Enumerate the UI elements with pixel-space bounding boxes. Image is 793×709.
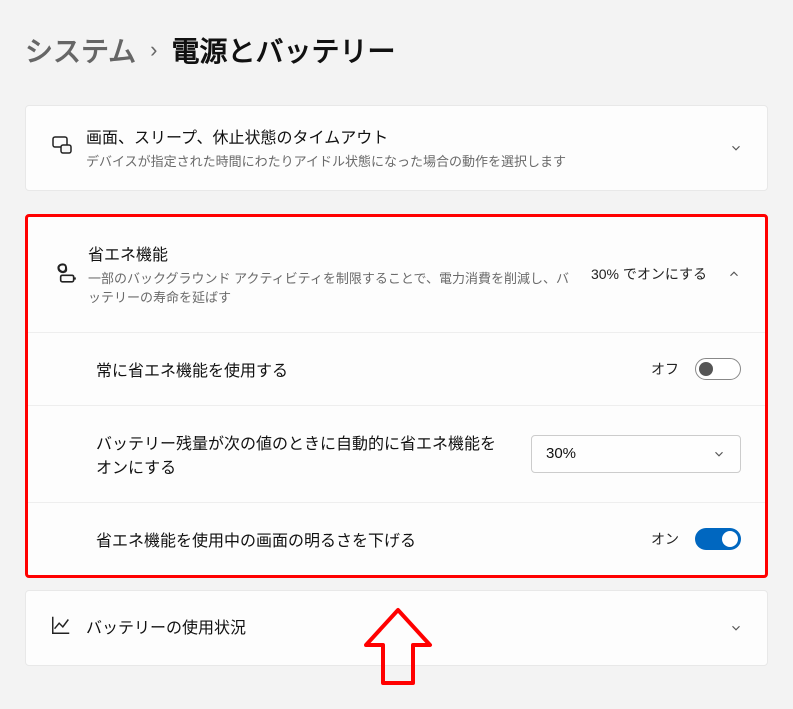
energy-saver-section: 省エネ機能 一部のバックグラウンド アクティビティを制限することで、電力消費を削… <box>25 214 768 578</box>
energy-saver-header-row[interactable]: 省エネ機能 一部のバックグラウンド アクティビティを制限することで、電力消費を削… <box>28 217 765 333</box>
energy-saver-desc: 一部のバックグラウンド アクティビティを制限することで、電力消費を削減し、バッテ… <box>88 269 575 308</box>
screen-timeouts-desc: デバイスが指定された時間にわたりアイドル状態になった場合の動作を選択します <box>86 152 713 172</box>
always-use-label: 常に省エネ機能を使用する <box>96 357 651 381</box>
chevron-down-icon <box>729 141 743 155</box>
lower-brightness-toggle[interactable] <box>695 528 741 550</box>
arrow-annotation <box>358 605 438 695</box>
chevron-down-icon <box>729 621 743 635</box>
auto-on-threshold-row: バッテリー残量が次の値のときに自動的に省エネ機能をオンにする 30% <box>28 406 765 503</box>
breadcrumb-parent[interactable]: システム <box>25 30 136 70</box>
lower-brightness-row: 省エネ機能を使用中の画面の明るさを下げる オン <box>28 503 765 575</box>
leaf-battery-icon <box>52 259 88 290</box>
chevron-right-icon: › <box>150 37 157 63</box>
energy-saver-trailing: 30% でオンにする <box>591 264 707 284</box>
energy-saver-title: 省エネ機能 <box>88 241 575 265</box>
chevron-up-icon <box>727 267 741 281</box>
always-use-toggle[interactable] <box>695 358 741 380</box>
chart-icon <box>50 614 86 641</box>
always-use-state: オフ <box>651 359 679 379</box>
always-use-energy-saver-row: 常に省エネ機能を使用する オフ <box>28 333 765 406</box>
auto-on-threshold-label: バッテリー残量が次の値のときに自動的に省エネ機能をオンにする <box>96 430 531 478</box>
lower-brightness-label: 省エネ機能を使用中の画面の明るさを下げる <box>96 527 651 551</box>
lower-brightness-state: オン <box>651 529 679 549</box>
threshold-dropdown[interactable]: 30% <box>531 435 741 473</box>
threshold-value: 30% <box>546 445 576 462</box>
screen-icon <box>50 133 86 162</box>
screen-timeouts-card[interactable]: 画面、スリープ、休止状態のタイムアウト デバイスが指定された時間にわたりアイドル… <box>25 105 768 191</box>
chevron-down-icon <box>712 447 726 461</box>
breadcrumb: システム › 電源とバッテリー <box>25 30 768 70</box>
page-title: 電源とバッテリー <box>172 30 396 70</box>
screen-timeouts-title: 画面、スリープ、休止状態のタイムアウト <box>86 124 713 148</box>
